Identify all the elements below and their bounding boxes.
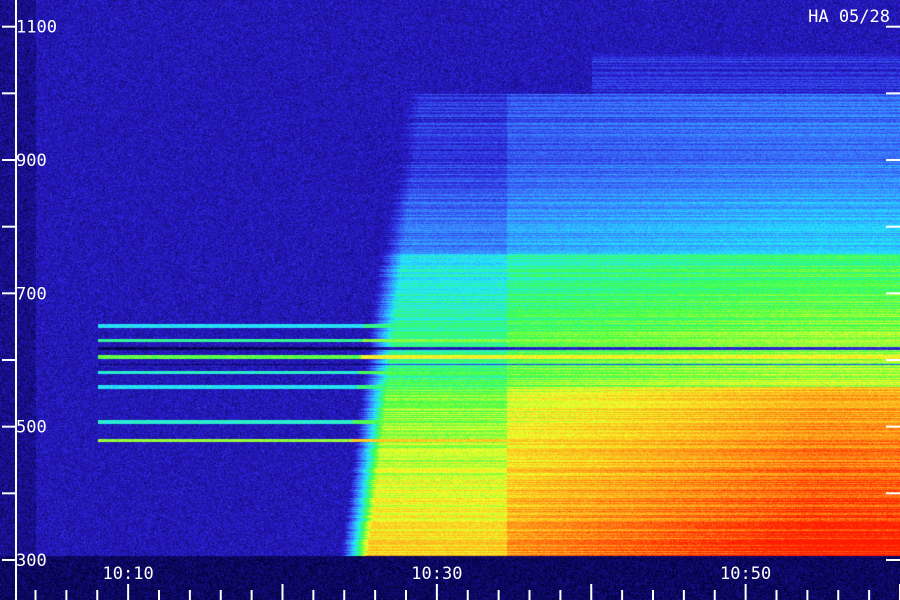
y-tick-label: 700 bbox=[16, 284, 47, 304]
y-tick-label: 500 bbox=[16, 418, 47, 438]
heatmap-layer bbox=[0, 0, 900, 600]
x-tick-label: 10:50 bbox=[720, 564, 771, 584]
y-tick-label: 300 bbox=[16, 551, 47, 571]
spectrogram-chart: 1100 900 700 500 300 10:10 10:30 10:50 HA 05/28 bbox=[0, 0, 900, 600]
chart-title: HA 05/28 bbox=[808, 7, 890, 27]
x-tick-label: 10:10 bbox=[103, 564, 154, 584]
spectrogram-heatmap bbox=[0, 0, 900, 600]
y-tick-label: 1100 bbox=[16, 18, 57, 38]
x-tick-label: 10:30 bbox=[411, 564, 462, 584]
y-tick-label: 900 bbox=[16, 151, 47, 171]
